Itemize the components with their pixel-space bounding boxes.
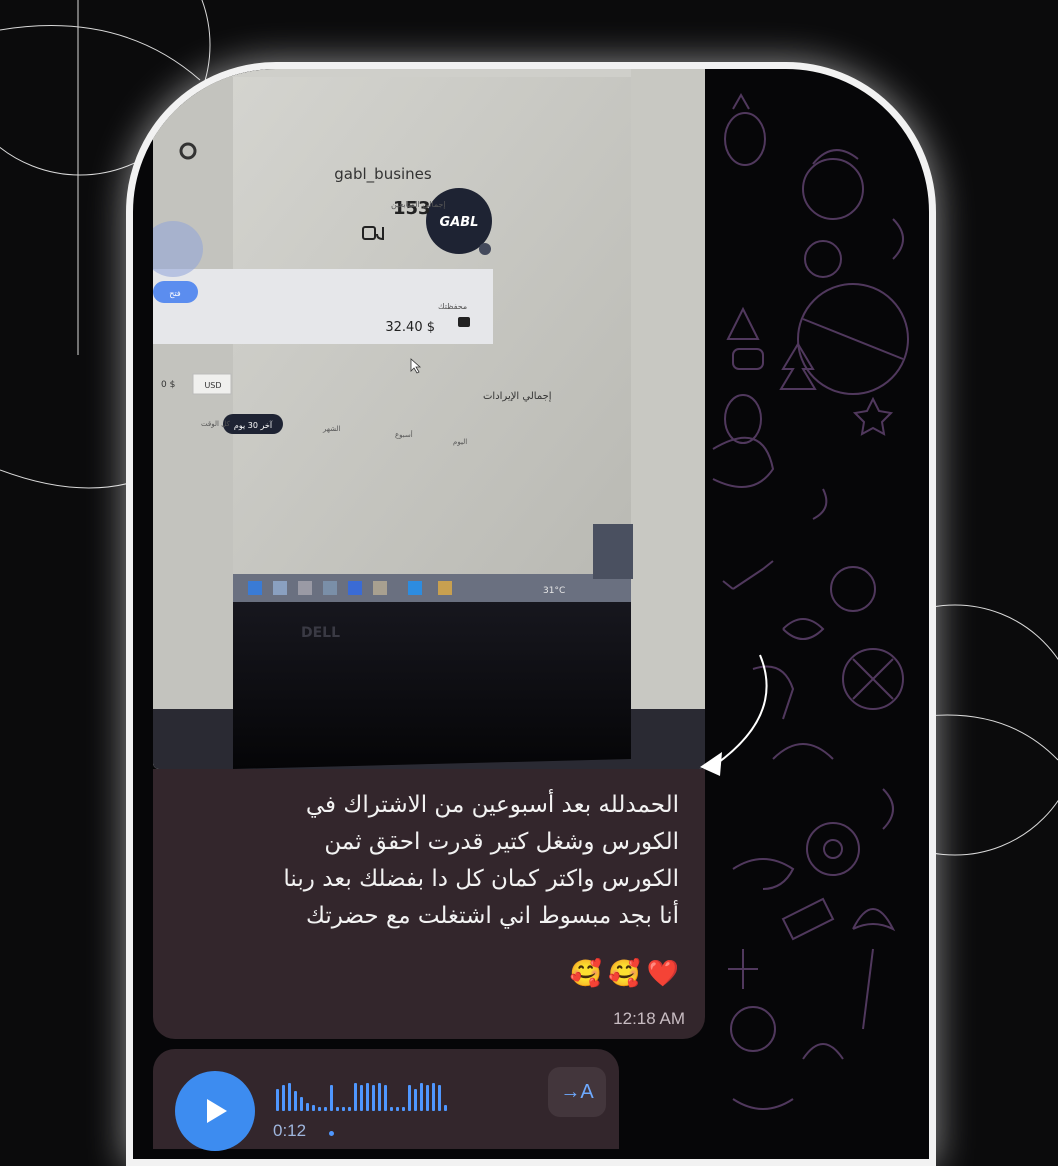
filter-all-time: كل الوقت xyxy=(201,420,230,428)
transcribe-button[interactable]: →A xyxy=(548,1067,606,1117)
filter-last-30-days: آخر 30 يوم xyxy=(234,420,273,430)
filter-week: أسبوع xyxy=(395,430,413,439)
amount-value: 0 $ xyxy=(161,380,175,390)
message-emojis: 🥰 🥰 ❤️ xyxy=(570,959,679,989)
play-icon xyxy=(207,1099,227,1123)
message-text: الحمدلله بعد أسبوعين من الاشتراك في الكو… xyxy=(179,787,679,935)
message-timestamp: 12:18 AM xyxy=(613,1009,685,1028)
voice-message[interactable]: 0:12 →A xyxy=(153,1049,619,1151)
play-button[interactable] xyxy=(175,1071,255,1151)
message-line: الكورس وشغل كتير قدرت احقق ثمن xyxy=(324,829,679,855)
message-bubble[interactable]: الحمدلله بعد أسبوعين من الاشتراك في الكو… xyxy=(153,769,705,1039)
profile-count-label: إجمالي المتابعين xyxy=(391,200,446,210)
smiling-face-hearts-emoji: 🥰 xyxy=(608,959,641,989)
revenue-label: إجمالي الإيرادات xyxy=(483,391,552,402)
media-photo[interactable]: 31°C DELL GABL gabl_busines 153 إجمالي ا… xyxy=(153,69,705,769)
currency-select-value: USD xyxy=(204,381,221,390)
balance-amount: 32.40 $ xyxy=(385,320,435,335)
avatar-logo: GABL xyxy=(440,215,479,230)
red-heart-emoji: ❤️ xyxy=(646,959,679,989)
message-line: الكورس واكتر كمان كل دا بفضلك بعد ربنا xyxy=(283,866,679,892)
message-line: أنا بجد مبسوط اني اشتغلت مع حضرتك xyxy=(306,903,679,929)
smiling-face-hearts-emoji: 🥰 xyxy=(569,959,603,989)
balance-label: محفظتك xyxy=(438,302,467,311)
filter-today: اليوم xyxy=(453,438,467,446)
voice-duration: 0:12 xyxy=(273,1121,307,1140)
message-line: الحمدلله بعد أسبوعين من الاشتراك في xyxy=(305,792,679,818)
open-button-text: فتح xyxy=(169,289,181,298)
filter-month: الشهر xyxy=(322,425,340,433)
taskbar-temp: 31°C xyxy=(543,586,565,596)
voice-waveform[interactable] xyxy=(276,1081,447,1111)
laptop-brand: DELL xyxy=(301,625,340,641)
phone-frame: 31°C DELL GABL gabl_busines 153 إجمالي ا… xyxy=(126,62,936,1166)
laptop-screen-photo: 31°C DELL GABL gabl_busines 153 إجمالي ا… xyxy=(153,69,705,769)
profile-username: gabl_busines xyxy=(334,165,432,184)
transcribe-icon: →A xyxy=(560,1080,594,1103)
